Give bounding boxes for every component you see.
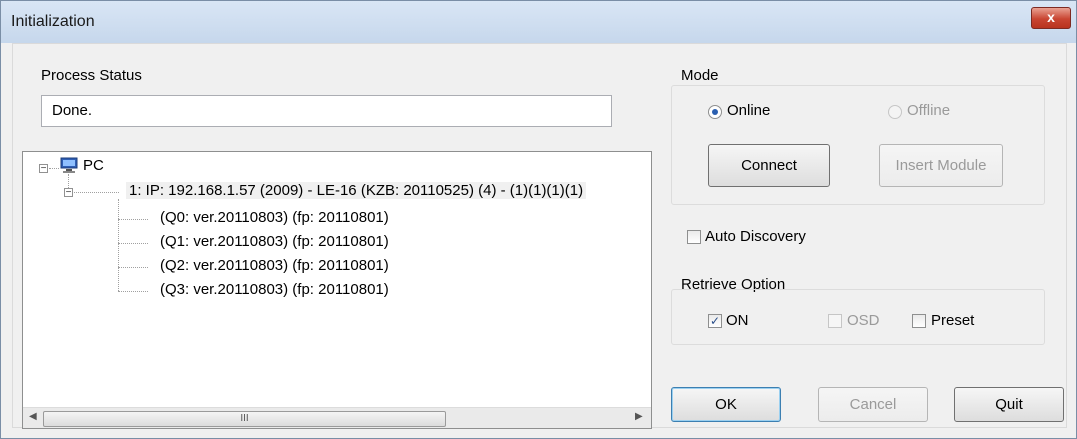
tree-connector <box>118 243 148 244</box>
tree-device-node[interactable]: 1: IP: 192.168.1.57 (2009) - LE-16 (KZB:… <box>126 182 587 199</box>
tree-connector <box>118 199 119 291</box>
process-status-label: Process Status <box>41 67 142 84</box>
preset-label[interactable]: Preset <box>931 312 974 329</box>
collapse-icon[interactable]: − <box>64 188 73 198</box>
tree-connector <box>118 291 148 292</box>
horizontal-scrollbar[interactable]: ◀ III ▶ <box>23 407 651 428</box>
on-checkbox[interactable]: ✓ <box>708 314 722 328</box>
cancel-button[interactable]: Cancel <box>818 387 928 422</box>
connect-button[interactable]: Connect <box>708 144 830 187</box>
preset-checkbox[interactable] <box>912 314 926 328</box>
online-label[interactable]: Online <box>727 102 770 119</box>
initialization-dialog: Initialization x Process Status Done. − … <box>0 0 1077 439</box>
tree-root-pc[interactable]: PC <box>83 157 104 174</box>
ok-button[interactable]: OK <box>671 387 781 422</box>
mode-label: Mode <box>681 67 719 84</box>
osd-label[interactable]: OSD <box>847 312 880 329</box>
tree-module-node[interactable]: (Q3: ver.20110803) (fp: 20110801) <box>160 281 389 298</box>
osd-checkbox[interactable] <box>828 314 842 328</box>
computer-icon <box>60 157 78 173</box>
process-status-field[interactable]: Done. <box>41 95 612 127</box>
insert-module-button[interactable]: Insert Module <box>879 144 1003 187</box>
collapse-icon[interactable]: − <box>39 164 48 174</box>
tree-connector <box>118 267 148 268</box>
tree-module-node[interactable]: (Q2: ver.20110803) (fp: 20110801) <box>160 257 389 274</box>
scroll-left-icon[interactable]: ◀ <box>29 411 37 422</box>
tree-module-node[interactable]: (Q1: ver.20110803) (fp: 20110801) <box>160 233 389 250</box>
title-bar: Initialization x <box>1 1 1076 43</box>
scroll-thumb[interactable]: III <box>43 411 446 427</box>
tree-connector <box>74 192 119 193</box>
tree-connector <box>49 168 59 169</box>
online-radio[interactable] <box>708 105 722 119</box>
tree-module-node[interactable]: (Q0: ver.20110803) (fp: 20110801) <box>160 209 389 226</box>
offline-radio[interactable] <box>888 105 902 119</box>
quit-button[interactable]: Quit <box>954 387 1064 422</box>
auto-discovery-label[interactable]: Auto Discovery <box>705 228 806 245</box>
device-tree[interactable]: − PC − 1: IP: 192.168.1.57 (2009) - LE-1… <box>22 151 652 429</box>
close-button[interactable]: x <box>1031 7 1071 29</box>
window-title: Initialization <box>11 13 95 30</box>
scroll-right-icon[interactable]: ▶ <box>635 411 643 422</box>
tree-connector <box>118 219 148 220</box>
auto-discovery-checkbox[interactable] <box>687 230 701 244</box>
on-label[interactable]: ON <box>726 312 749 329</box>
offline-label[interactable]: Offline <box>907 102 950 119</box>
